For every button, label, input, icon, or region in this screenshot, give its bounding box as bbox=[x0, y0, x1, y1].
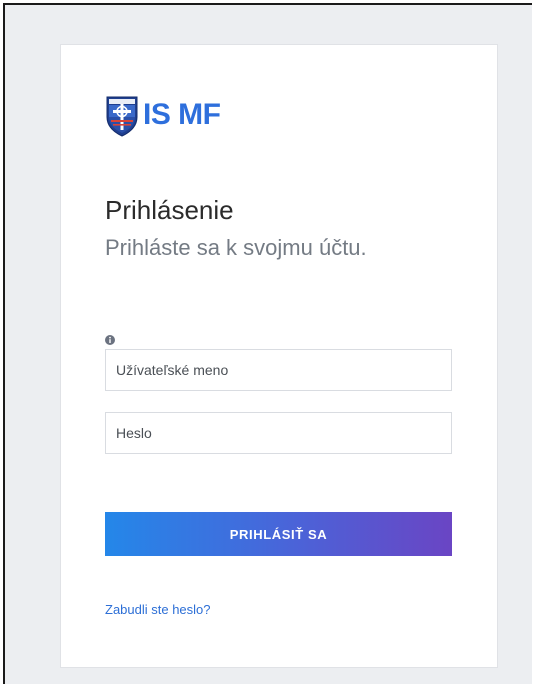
login-card: IS MF Prihlásenie Prihláste sa k svojmu … bbox=[60, 44, 498, 668]
page-subtitle: Prihláste sa k svojmu účtu. bbox=[105, 235, 367, 260]
window-frame: IS MF Prihlásenie Prihláste sa k svojmu … bbox=[3, 3, 532, 684]
brand-name: IS MF bbox=[143, 98, 221, 131]
username-input[interactable] bbox=[106, 350, 451, 390]
forgot-password-link[interactable]: Zabudli ste heslo? bbox=[105, 602, 211, 617]
password-field bbox=[105, 412, 452, 454]
brand-logo: IS MF bbox=[105, 89, 221, 141]
info-circle-icon[interactable] bbox=[105, 335, 115, 345]
shield-crest-icon bbox=[106, 96, 138, 137]
page-title: Prihlásenie bbox=[105, 195, 234, 225]
login-button[interactable]: PRIHLÁSIŤ SA bbox=[105, 512, 452, 556]
username-field bbox=[105, 349, 452, 391]
password-input[interactable] bbox=[106, 413, 451, 453]
